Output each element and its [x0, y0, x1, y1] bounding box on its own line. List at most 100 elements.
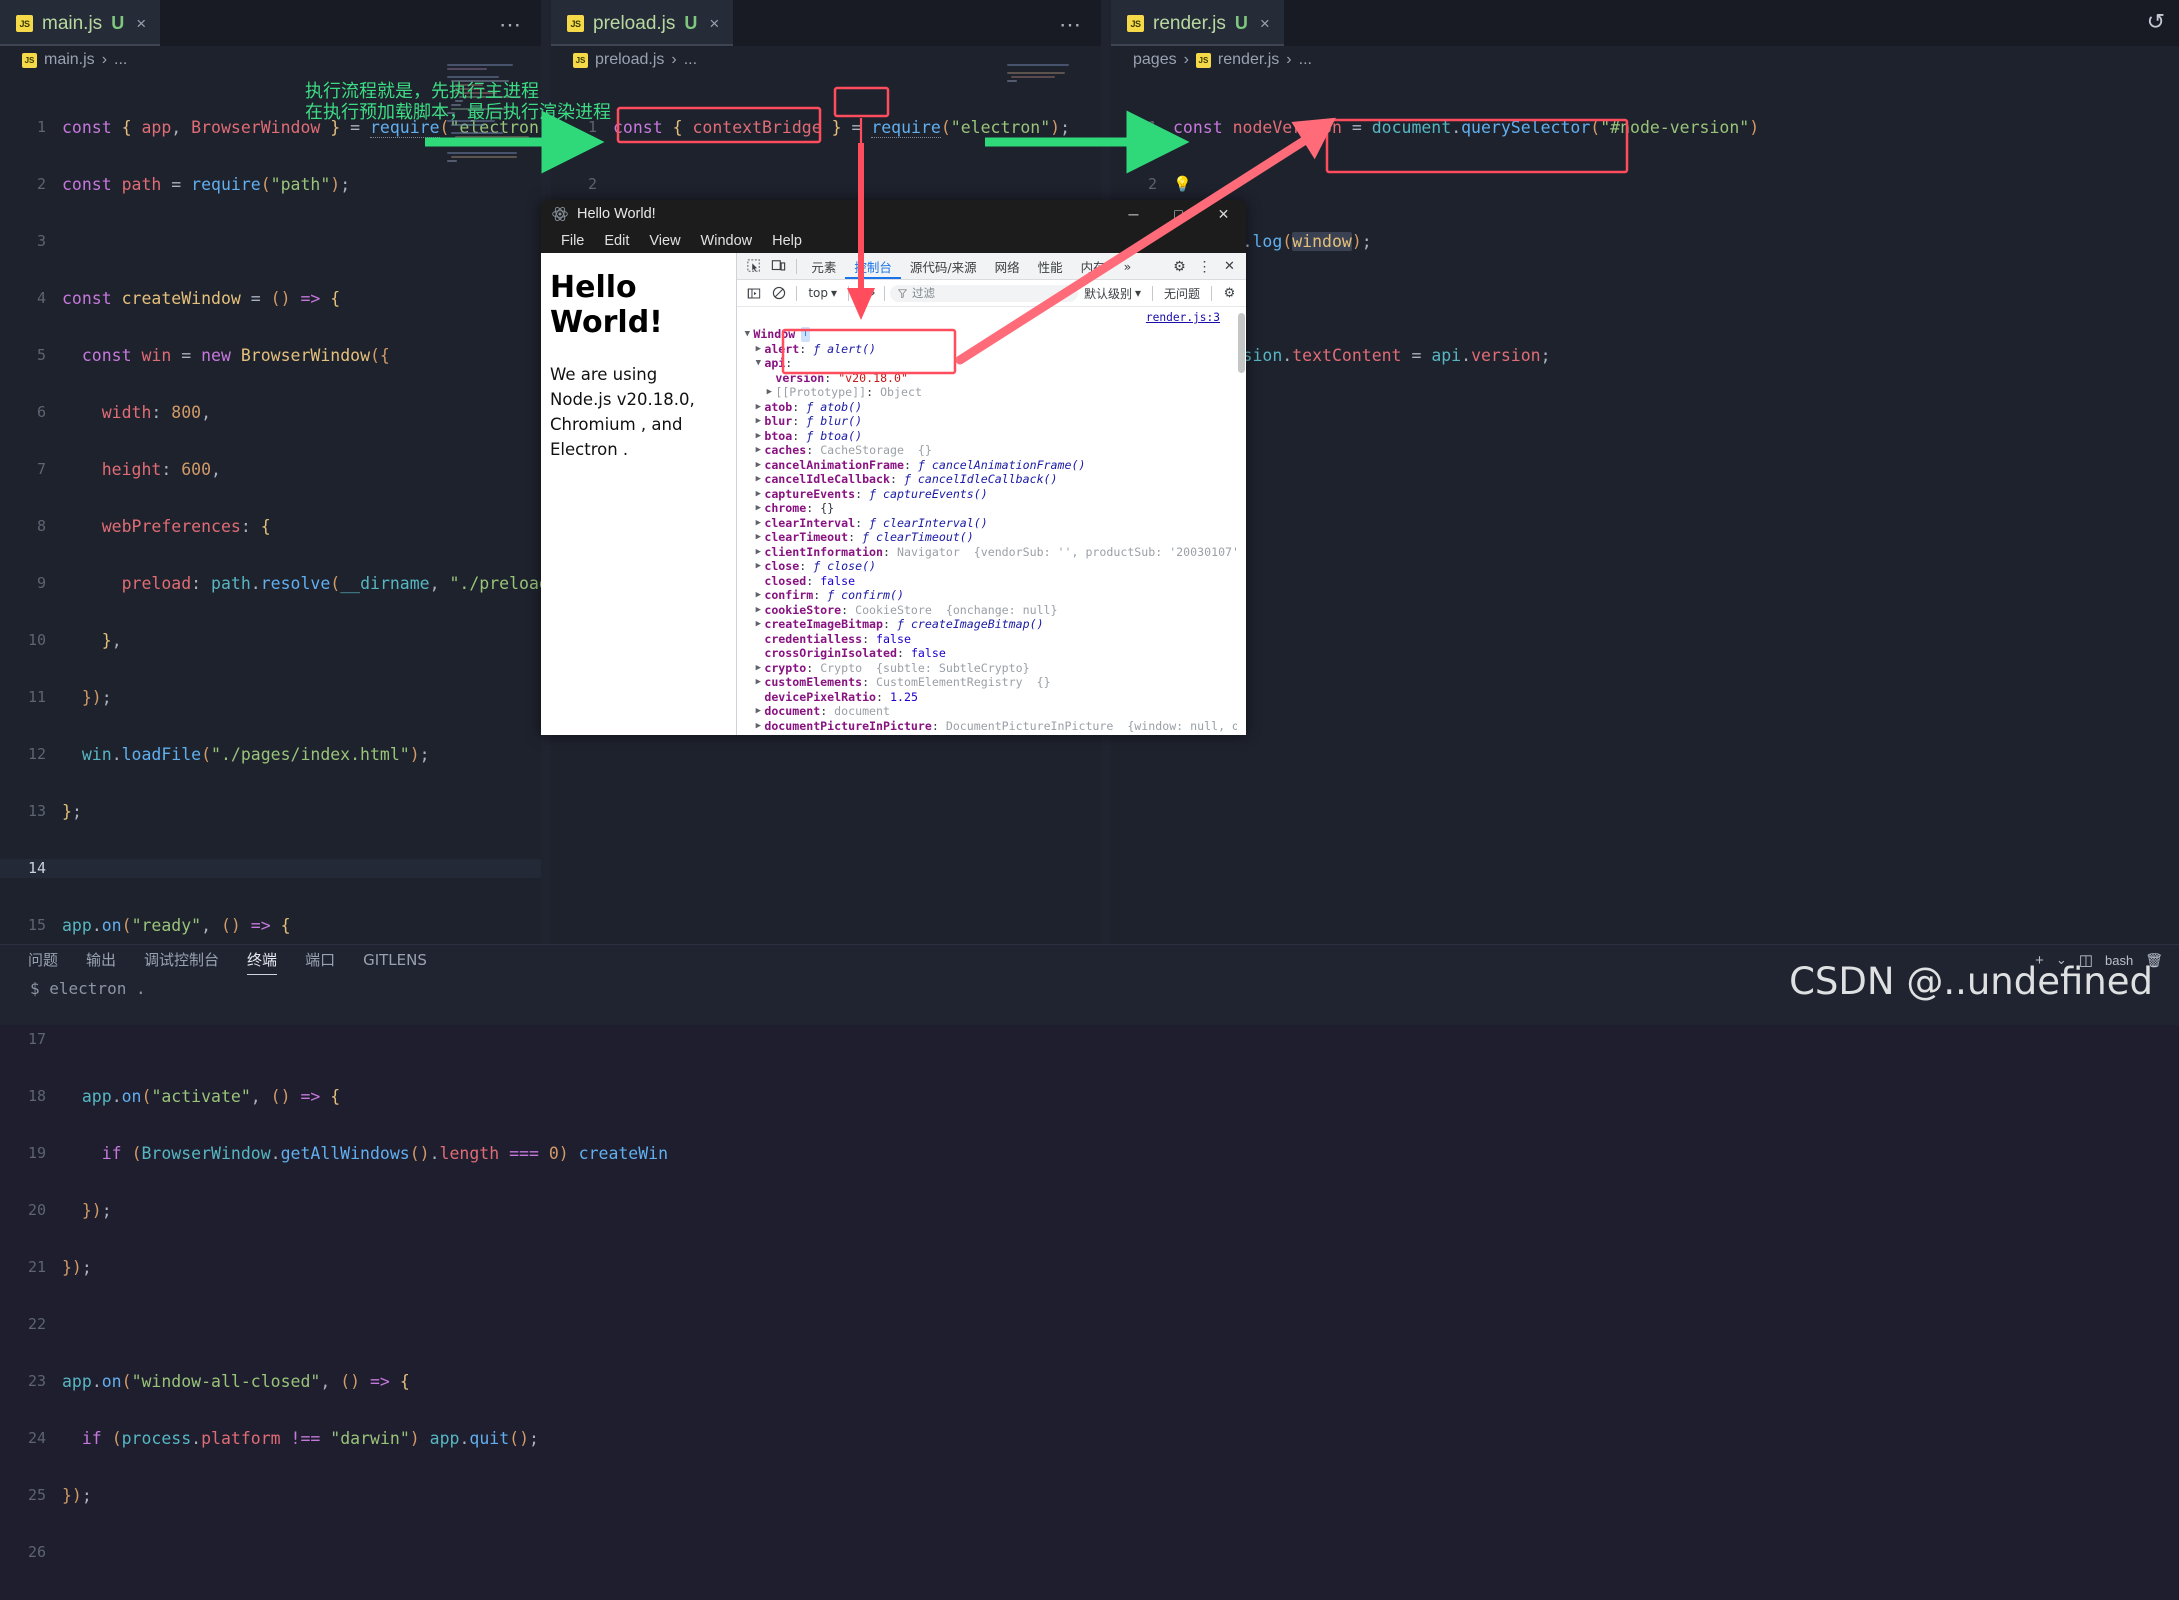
console-property-row[interactable]: ▶ crypto: Crypto {subtle: SubtleCrypto} [737, 661, 1246, 676]
console-property-row[interactable]: ▶ chrome: {} [737, 501, 1246, 516]
console-output[interactable]: render.js:3 ▼ Window i ▶ alert: ƒ alert() ▼ ap… [737, 307, 1246, 735]
panel-tab-ports[interactable]: 端口 [305, 949, 335, 975]
console-property-row[interactable]: ▶ createImageBitmap: ƒ createImageBitmap(… [737, 617, 1246, 632]
clear-console-icon[interactable] [766, 282, 791, 304]
panel-tab-problems[interactable]: 问题 [28, 949, 58, 975]
expand-triangle-icon[interactable]: ▶ [752, 487, 764, 502]
breadcrumb-rest[interactable]: ... [114, 51, 127, 69]
console-scrollbar-thumb[interactable] [1238, 313, 1245, 373]
expand-triangle-icon[interactable]: ▶ [752, 342, 764, 357]
expand-triangle-icon[interactable]: ▶ [752, 704, 764, 719]
tab-main-js[interactable]: JS main.js U × [0, 0, 161, 46]
menu-edit[interactable]: Edit [594, 233, 639, 249]
issues-status[interactable]: 无问题 [1158, 285, 1206, 302]
sidebar-toggle-icon[interactable] [741, 282, 766, 304]
console-source-link[interactable]: render.js:3 [1146, 311, 1220, 326]
breadcrumb-render-js[interactable]: pages › JS render.js › ... [1111, 46, 2179, 74]
expand-triangle-icon[interactable]: ▶ [752, 588, 764, 603]
console-property-row[interactable]: crossOriginIsolated: false [737, 646, 1246, 661]
expand-triangle-icon[interactable]: ▶ [752, 429, 764, 444]
console-settings-gear-icon[interactable]: ⚙ [1217, 282, 1242, 304]
console-property-row[interactable]: ▶ close: ƒ close() [737, 559, 1246, 574]
console-property-row[interactable]: ▶ cookieStore: CookieStore {onchange: nul… [737, 603, 1246, 618]
console-property-row[interactable]: ▶ captureEvents: ƒ captureEvents() [737, 487, 1246, 502]
expand-triangle-icon[interactable]: ▶ [752, 675, 764, 690]
console-property-row[interactable]: ▶ [[Prototype]]: Object [737, 385, 1246, 400]
info-badge-icon[interactable]: i [801, 327, 810, 342]
panel-tab-terminal[interactable]: 终端 [247, 949, 278, 975]
breadcrumb-file[interactable]: preload.js [595, 51, 664, 69]
expand-triangle-icon[interactable]: ▶ [752, 545, 764, 560]
console-property-row[interactable]: credentialless: false [737, 632, 1246, 647]
maximize-button[interactable]: □ [1156, 200, 1201, 228]
editor-actions-more-icon[interactable]: ⋯ [499, 12, 523, 38]
devtools-tab-memory[interactable]: 内存 [1072, 254, 1115, 279]
console-property-row[interactable]: version: "v20.18.0" [737, 371, 1246, 386]
expand-triangle-icon[interactable]: ▶ [752, 719, 764, 734]
devtools-tab-more[interactable]: » [1115, 254, 1141, 279]
timeline-history-icon[interactable]: ↺ [2147, 9, 2165, 35]
console-property-row[interactable]: event: undefined [737, 733, 1246, 735]
console-property-row[interactable]: ▶ clearTimeout: ƒ clearTimeout() [737, 530, 1246, 545]
close-devtools-icon[interactable]: ✕ [1217, 255, 1242, 277]
breadcrumb-folder[interactable]: pages [1133, 51, 1177, 69]
electron-app-window[interactable]: Hello World! ─ □ ✕ File Edit View Window… [541, 200, 1246, 735]
expand-triangle-icon[interactable]: ▼ [752, 356, 764, 371]
expand-triangle-icon[interactable]: ▶ [752, 414, 764, 429]
code-render-js[interactable]: 1 const nodeVersion = document.querySelec… [1111, 74, 2179, 460]
console-property-row[interactable]: ▶ atob: ƒ atob() [737, 400, 1246, 415]
console-property-row[interactable]: ▶ document: document [737, 704, 1246, 719]
devtools-tab-elements[interactable]: 元素 [802, 254, 845, 279]
console-scrollbar[interactable] [1237, 307, 1246, 735]
close-button[interactable]: ✕ [1201, 200, 1246, 228]
console-property-row[interactable]: ▶ blur: ƒ blur() [737, 414, 1246, 429]
breadcrumb-file[interactable]: render.js [1218, 51, 1279, 69]
breadcrumb-file[interactable]: main.js [44, 51, 95, 69]
live-expression-icon[interactable] [854, 282, 879, 304]
console-property-row[interactable]: ▶ customElements: CustomElementRegistry {… [737, 675, 1246, 690]
console-level-selector[interactable]: 默认级别 ▾ [1078, 285, 1147, 302]
console-context-selector[interactable]: top ▾ [802, 286, 843, 300]
inspect-element-icon[interactable] [741, 255, 766, 277]
expand-triangle-icon[interactable]: ▼ [741, 327, 753, 342]
breadcrumb-rest[interactable]: ... [1299, 51, 1312, 69]
console-property-row[interactable]: ▶ confirm: ƒ confirm() [737, 588, 1246, 603]
expand-triangle-icon[interactable]: ▶ [752, 501, 764, 516]
expand-triangle-icon[interactable]: ▶ [752, 530, 764, 545]
device-toolbar-icon[interactable] [766, 255, 791, 277]
console-property-row[interactable]: ▶ cancelAnimationFrame: ƒ cancelAnimation… [737, 458, 1246, 473]
console-property-row[interactable]: ▶ cancelIdleCallback: ƒ cancelIdleCallbac… [737, 472, 1246, 487]
menu-view[interactable]: View [639, 233, 690, 249]
console-property-row[interactable]: ▶ clientInformation: Navigator {vendorSub… [737, 545, 1246, 560]
expand-triangle-icon[interactable]: ▶ [763, 385, 775, 400]
more-options-icon[interactable]: ⋮ [1192, 255, 1217, 277]
expand-triangle-icon[interactable]: ▶ [752, 617, 764, 632]
console-property-row[interactable]: ▶ clearInterval: ƒ clearInterval() [737, 516, 1246, 531]
tab-render-js[interactable]: JS render.js U × [1111, 0, 1284, 46]
console-property-row[interactable]: ▼ api: [737, 356, 1246, 371]
editor-actions-more-icon[interactable]: ⋯ [1059, 12, 1083, 38]
console-filter-input[interactable]: 过滤 [890, 284, 1078, 302]
minimap-main-js[interactable] [445, 62, 531, 1025]
panel-tab-debug-console[interactable]: 调试控制台 [144, 949, 219, 975]
console-property-row[interactable]: closed: false [737, 574, 1246, 589]
devtools-tab-sources[interactable]: 源代码/来源 [901, 254, 986, 279]
menu-help[interactable]: Help [762, 233, 812, 249]
expand-triangle-icon[interactable]: ▶ [752, 516, 764, 531]
close-tab-icon[interactable]: × [1260, 14, 1270, 34]
console-property-row[interactable]: ▶ btoa: ƒ btoa() [737, 429, 1246, 444]
console-property-row[interactable]: ▼ Window i [737, 327, 1246, 342]
menu-window[interactable]: Window [691, 233, 763, 249]
expand-triangle-icon[interactable]: ▶ [752, 458, 764, 473]
expand-triangle-icon[interactable]: ▶ [752, 559, 764, 574]
panel-tab-gitlens[interactable]: GITLENS [363, 951, 427, 974]
console-property-row[interactable]: ▶ caches: CacheStorage {} [737, 443, 1246, 458]
console-property-row[interactable]: ▶ alert: ƒ alert() [737, 342, 1246, 357]
close-tab-icon[interactable]: × [709, 14, 719, 34]
devtools-tab-performance[interactable]: 性能 [1029, 254, 1072, 279]
settings-gear-icon[interactable]: ⚙ [1167, 255, 1192, 277]
expand-triangle-icon[interactable]: ▶ [752, 443, 764, 458]
expand-triangle-icon[interactable]: ▶ [752, 661, 764, 676]
minimize-button[interactable]: ─ [1111, 200, 1156, 228]
panel-tab-output[interactable]: 输出 [86, 949, 116, 975]
